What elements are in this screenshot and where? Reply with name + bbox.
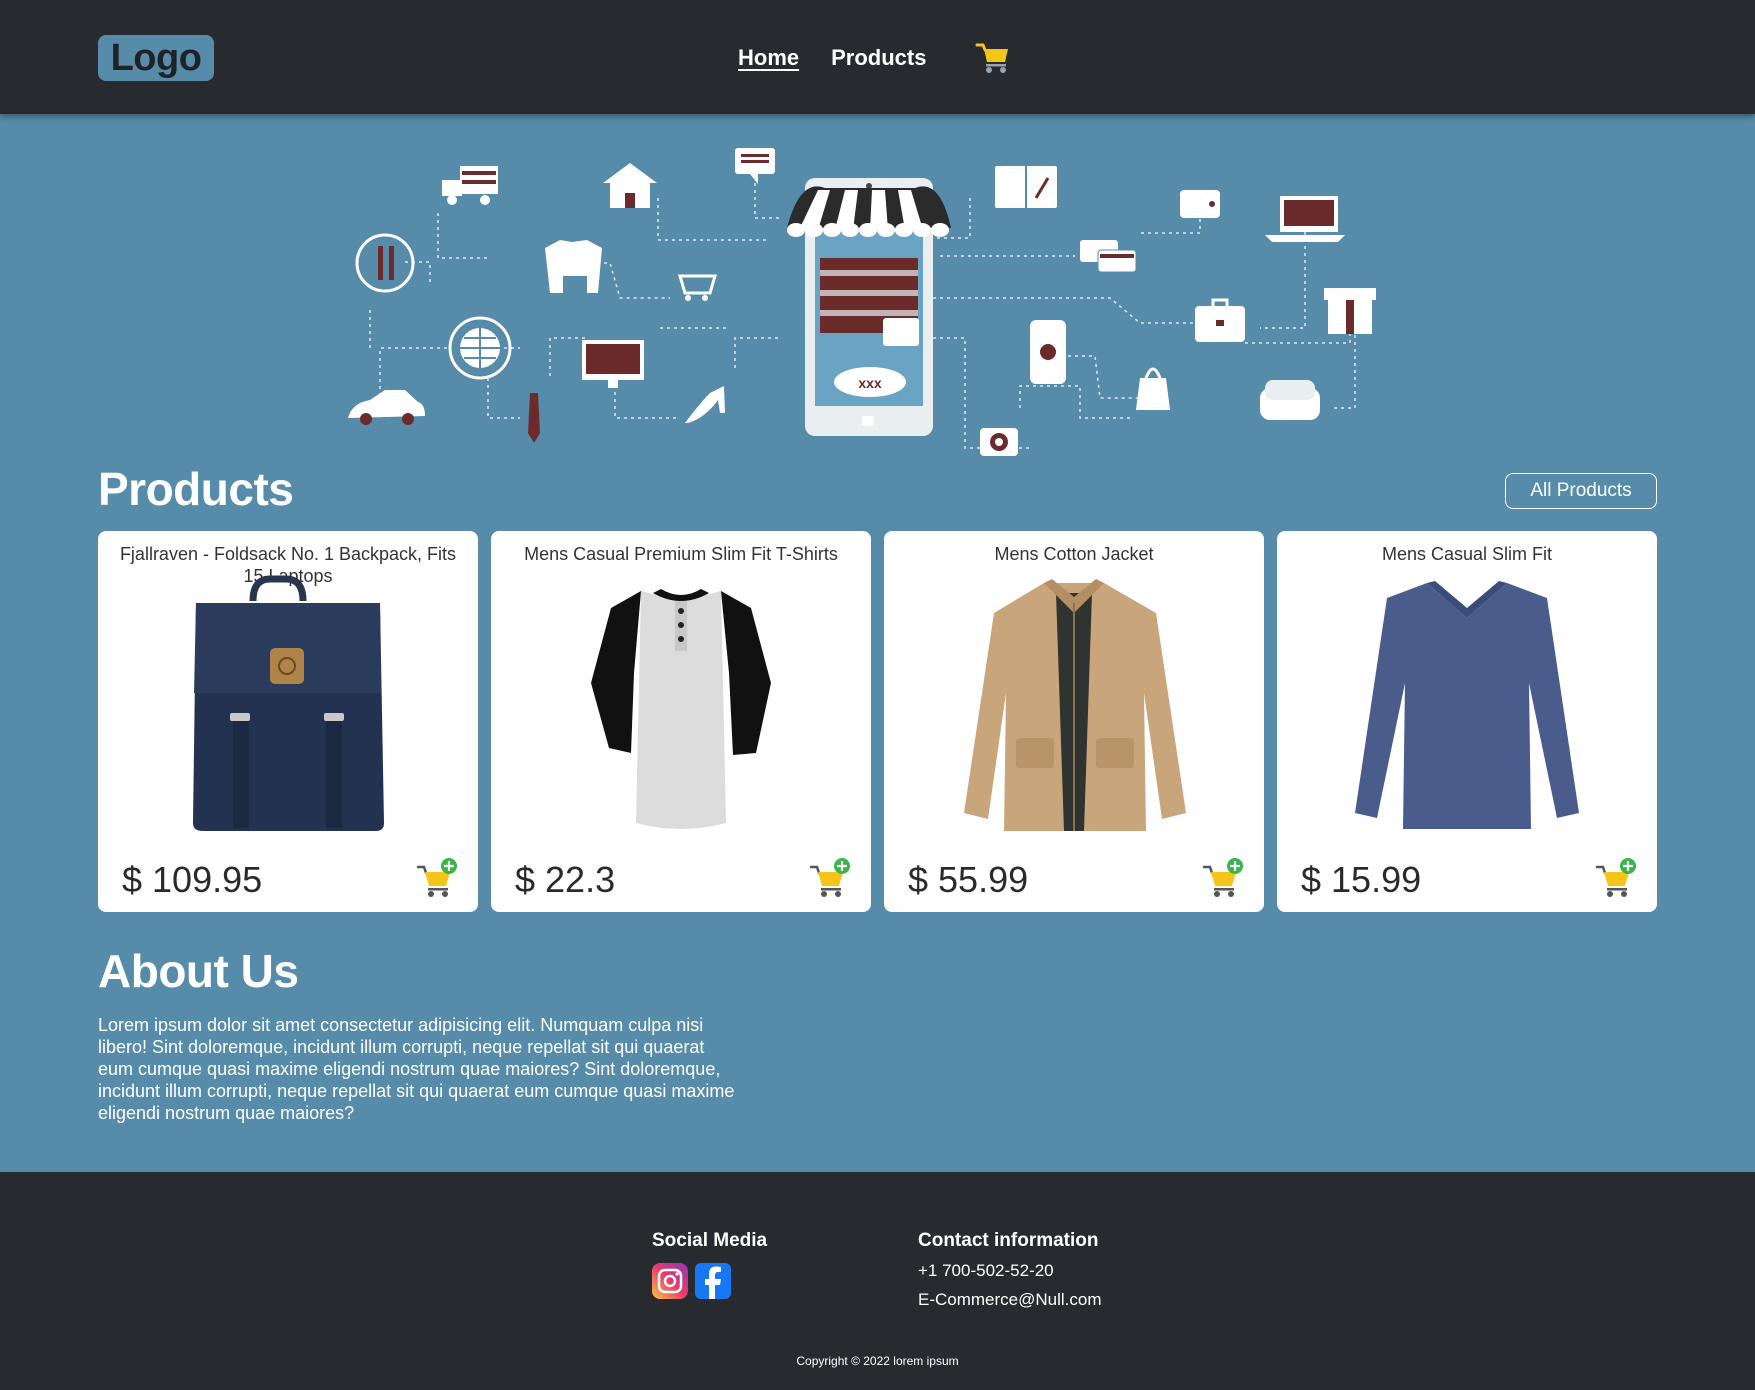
product-price: $ 15.99 <box>1301 859 1422 900</box>
ecommerce-shop-illustration: xxx <box>348 148 1376 456</box>
slim-fit-shirt-image[interactable] <box>1317 573 1617 833</box>
copyright: Copyright © 2022 lorem ipsum <box>796 1354 959 1368</box>
product-list: Fjallraven - Foldsack No. 1 Backpack, Fi… <box>98 531 1657 912</box>
add-to-cart-icon[interactable] <box>1595 857 1637 899</box>
product-card[interactable]: Fjallraven - Foldsack No. 1 Backpack, Fi… <box>98 531 478 912</box>
all-products-button[interactable]: All Products <box>1505 473 1657 509</box>
nav-home-link[interactable]: Home <box>738 45 799 71</box>
product-title[interactable]: Mens Casual Slim Fit <box>1297 543 1637 565</box>
product-price: $ 109.95 <box>122 859 263 900</box>
nav-products-link[interactable]: Products <box>831 45 926 71</box>
shopping-cart-icon[interactable] <box>975 40 1011 76</box>
cotton-jacket-image[interactable] <box>924 573 1224 833</box>
instagram-icon[interactable] <box>652 1263 688 1299</box>
product-price: $ 55.99 <box>908 859 1029 900</box>
backpack-image[interactable] <box>138 573 438 833</box>
product-title[interactable]: Mens Casual Premium Slim Fit T-Shirts <box>511 543 851 565</box>
site-header: Logo Home Products <box>0 0 1755 114</box>
add-to-cart-icon[interactable] <box>1202 857 1244 899</box>
product-title[interactable]: Mens Cotton Jacket <box>904 543 1244 565</box>
product-card[interactable]: Mens Casual Premium Slim Fit T-Shirts $ … <box>491 531 871 912</box>
social-media-heading: Social Media <box>652 1230 768 1251</box>
about-text: Lorem ipsum dolor sit amet consectetur a… <box>98 1015 735 1123</box>
raglan-tshirt-image[interactable] <box>531 573 831 833</box>
facebook-icon[interactable] <box>695 1263 731 1299</box>
add-to-cart-icon[interactable] <box>416 857 458 899</box>
add-to-cart-icon[interactable] <box>809 857 851 899</box>
product-price: $ 22.3 <box>515 859 616 900</box>
product-card[interactable]: Mens Cotton Jacket $ 55.99 <box>884 531 1264 912</box>
products-heading: Products <box>98 463 294 515</box>
contact-email: E-Commerce@Null.com <box>918 1290 1102 1309</box>
contact-phone: +1 700-502-52-20 <box>918 1261 1054 1280</box>
about-heading: About Us <box>98 945 299 997</box>
svg-text:xxx: xxx <box>858 375 882 391</box>
logo[interactable]: Logo <box>98 35 214 81</box>
contact-heading: Contact information <box>918 1230 1099 1251</box>
main-nav: Home Products <box>738 45 958 71</box>
product-card[interactable]: Mens Casual Slim Fit $ 15.99 <box>1277 531 1657 912</box>
